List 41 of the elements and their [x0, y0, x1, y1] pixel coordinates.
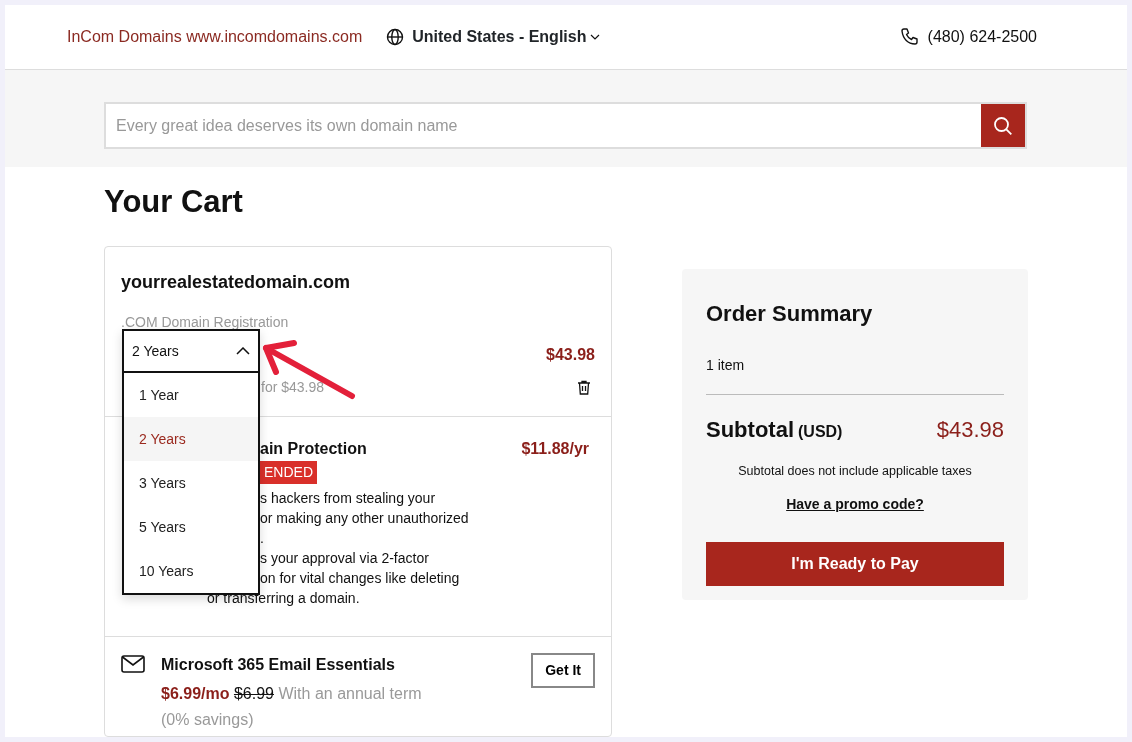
trash-icon[interactable] [577, 380, 591, 396]
description-text: s your approval via 2-factor [259, 549, 430, 569]
tax-note: Subtotal does not include applicable taxes [737, 463, 973, 481]
brand-link[interactable]: InCom Domains www.incomdomains.com [67, 25, 363, 49]
term-dropdown[interactable]: 2 Years 1 Year 2 Years 3 Years 5 Years 10 Years [122, 329, 260, 596]
term-text: With an annual term [278, 685, 422, 703]
renewal-price: for $43.98 [261, 378, 325, 398]
globe-icon [386, 28, 405, 46]
subtotal-amount: $43.98 [936, 416, 1004, 445]
term-value: 2 Years [132, 341, 179, 361]
savings-text: (0% savings) [161, 710, 255, 731]
domain-name: yourrealestatedomain.com [121, 271, 352, 295]
item-count: 1 item [706, 356, 746, 376]
get-it-button[interactable]: Get It [531, 653, 595, 689]
protection-price: $11.88/yr [521, 439, 589, 460]
product-title: Microsoft 365 Email Essentials [161, 655, 395, 676]
dropdown-option[interactable]: 5 Years [124, 505, 258, 550]
old-price: $6.99 [233, 685, 274, 703]
phone-number: (480) 624-2500 [927, 27, 1037, 47]
email-price: $6.99/mo [161, 685, 230, 703]
caret-icon [590, 34, 601, 40]
item-price: $43.98 [546, 345, 595, 366]
product-title: ain Protection [260, 439, 367, 460]
pay-button[interactable]: I'm Ready to Pay [706, 541, 1004, 586]
dropdown-option[interactable]: 1 Year [124, 373, 258, 418]
description-text: s hackers from stealing your [259, 489, 437, 509]
dropdown-option[interactable]: 3 Years [124, 461, 258, 506]
page-title: Your Cart [104, 183, 244, 221]
currency-label: (USD) [798, 422, 843, 443]
caret-icon [236, 347, 250, 356]
envelope-icon [121, 655, 145, 674]
description-text: . [259, 529, 265, 549]
promo-code-link[interactable]: Have a promo code? [786, 496, 924, 513]
summary-title: Order Summary [706, 301, 874, 328]
dropdown-option[interactable]: 2 Years [124, 417, 258, 462]
description-text: or making any other unauthorized [259, 509, 470, 529]
phone-icon [899, 27, 920, 47]
recommended-badge: ENDED [260, 461, 317, 485]
locale-selector[interactable]: United States - English [386, 25, 601, 49]
description-text: on for vital changes like deleting [259, 569, 461, 589]
subtotal-label: Subtotal [706, 416, 794, 445]
